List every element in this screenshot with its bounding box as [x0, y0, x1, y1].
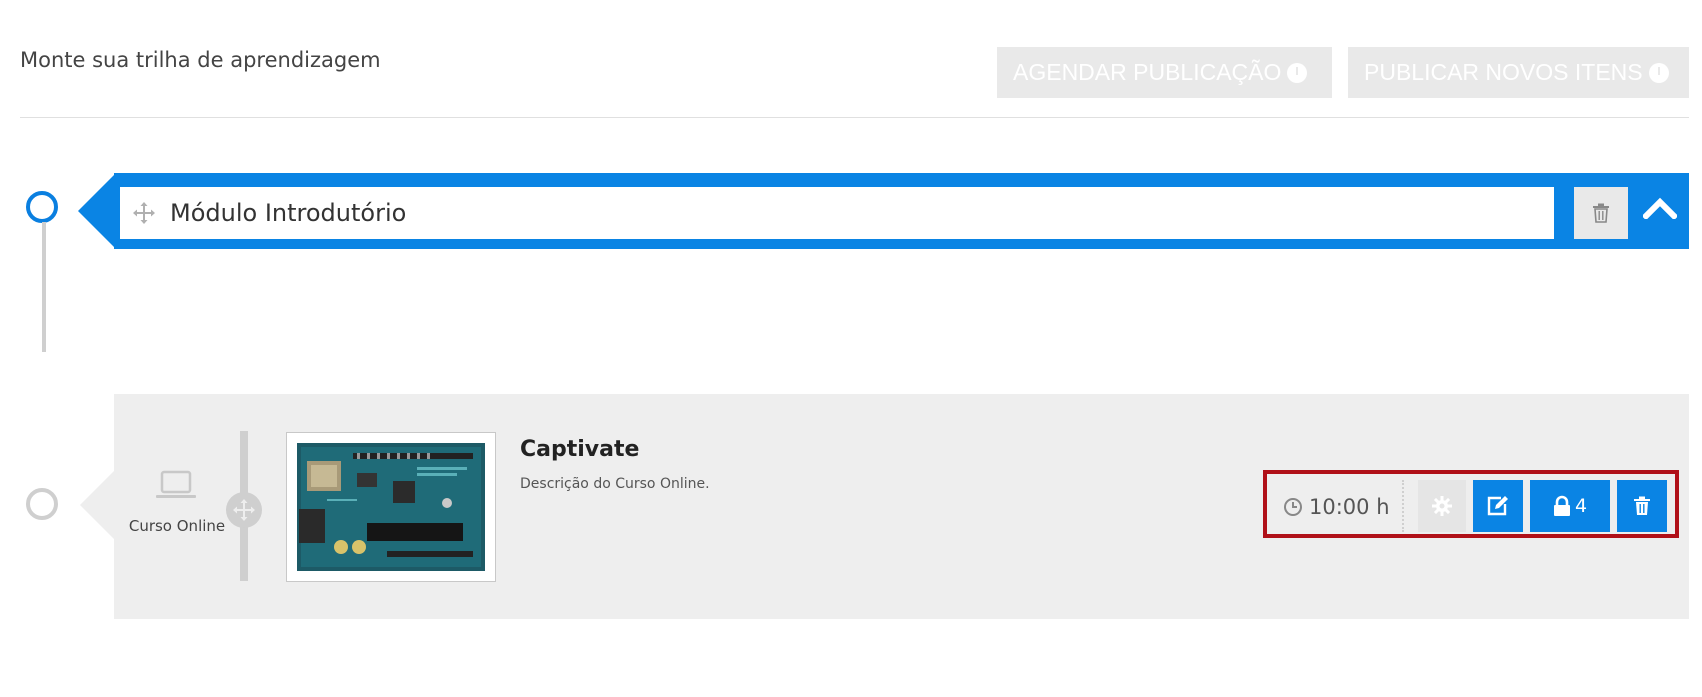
toolbar-separator [1402, 480, 1404, 532]
module-delete-button[interactable] [1574, 187, 1628, 239]
publish-new-items-label: PUBLICAR NOVOS ITENS [1364, 59, 1643, 85]
upload-icon [1648, 63, 1669, 83]
item-duration: 10:00 h [1283, 493, 1390, 521]
trash-icon [1593, 203, 1609, 223]
module-collapse-button[interactable] [1640, 188, 1680, 228]
edit-icon [1487, 496, 1508, 516]
settings-icon [1432, 496, 1452, 516]
module-pointer [78, 173, 116, 249]
publish-new-items-button[interactable]: PUBLICAR NOVOS ITENS [1348, 47, 1689, 98]
lock-button[interactable]: 4 [1530, 480, 1610, 532]
lock-count: 4 [1574, 495, 1588, 517]
trash-icon [1634, 496, 1650, 515]
circuit-board-image [297, 443, 485, 571]
course-description: Descrição do Curso Online. [520, 476, 710, 492]
timeline-node-item [26, 488, 58, 520]
module-name-field[interactable]: Módulo Introdutório [120, 187, 1554, 239]
lock-icon [1553, 495, 1570, 516]
page-title: Monte sua trilha de aprendizagem [20, 48, 381, 72]
timeline-node-module [26, 191, 58, 223]
move-icon [233, 499, 255, 521]
move-icon[interactable] [132, 201, 156, 225]
delete-item-button[interactable] [1617, 480, 1667, 532]
laptop-icon [156, 470, 196, 498]
clock-icon [1287, 63, 1308, 83]
timeline-connector [42, 222, 46, 352]
clock-icon [1284, 498, 1302, 516]
header-divider [20, 117, 1689, 118]
course-title[interactable]: Captivate [520, 437, 639, 462]
schedule-publication-button[interactable]: AGENDAR PUBLICAÇÃO [997, 47, 1332, 98]
item-type-label: Curso Online [128, 517, 226, 535]
edit-button[interactable] [1473, 480, 1523, 532]
chevron-up-icon [1643, 197, 1677, 219]
duration-value: 10:00 h [1309, 495, 1390, 519]
item-drag-handle[interactable] [226, 492, 262, 528]
card-pointer [80, 470, 115, 540]
course-thumbnail[interactable] [286, 432, 496, 582]
settings-button[interactable] [1418, 480, 1466, 532]
module-name: Módulo Introdutório [170, 199, 407, 227]
schedule-publication-label: AGENDAR PUBLICAÇÃO [1013, 59, 1282, 85]
